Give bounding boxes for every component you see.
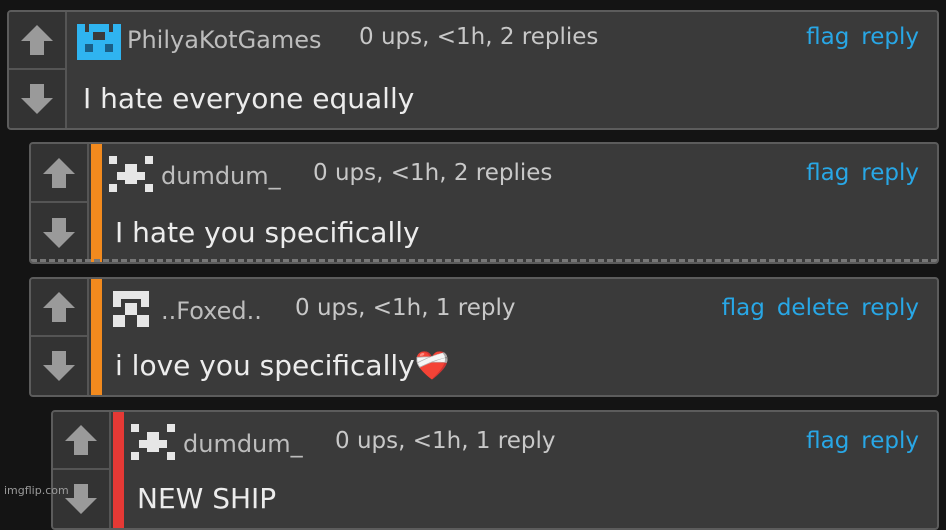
downvote-button[interactable] [9, 70, 65, 128]
delete-link[interactable]: delete [777, 295, 849, 321]
downvote-button[interactable] [53, 470, 109, 528]
downvote-button[interactable] [31, 337, 87, 395]
comment-text: i love you specifically❤️‍🩹 [115, 349, 450, 382]
cyan-pixel-avatar-icon[interactable] [77, 24, 121, 60]
arrow-down-icon [43, 217, 75, 248]
comment-card: PhilyaKotGames 0 ups, <1h, 2 replies fla… [7, 10, 939, 130]
comment-header: PhilyaKotGames 0 ups, <1h, 2 replies fla… [9, 12, 937, 64]
comment-actions: flag reply [806, 24, 919, 50]
comment-actions: flag reply [806, 428, 919, 454]
reply-link[interactable]: reply [861, 428, 919, 454]
flag-link[interactable]: flag [722, 295, 765, 321]
white-pixel-avatar-icon[interactable] [131, 424, 175, 460]
username-link[interactable]: dumdum_ [183, 430, 303, 458]
reply-link[interactable]: reply [861, 24, 919, 50]
mending-heart-emoji: ❤️‍🩹 [414, 349, 450, 382]
imgflip-watermark: imgflip.com [4, 484, 69, 497]
reply-link[interactable]: reply [861, 160, 919, 186]
flag-link[interactable]: flag [806, 160, 849, 186]
comment-meta: 0 ups, <1h, 1 reply [335, 428, 556, 454]
flag-link[interactable]: flag [806, 24, 849, 50]
downvote-button[interactable] [31, 203, 87, 262]
comment-text: I hate you specifically [115, 216, 420, 249]
comment-card: dumdum_ 0 ups, <1h, 2 replies flag reply… [29, 142, 939, 264]
flag-link[interactable]: flag [806, 428, 849, 454]
comment-meta: 0 ups, <1h, 2 replies [359, 24, 599, 50]
comment-text: I hate everyone equally [83, 82, 415, 115]
arrow-down-icon [21, 84, 53, 114]
collapsed-divider [31, 259, 937, 262]
comment-meta: 0 ups, <1h, 1 reply [295, 295, 516, 321]
comment-actions: flag reply [806, 160, 919, 186]
comment-card: dumdum_ 0 ups, <1h, 1 reply flag reply N… [51, 410, 939, 530]
white-pixel-avatar-icon[interactable] [113, 291, 149, 327]
comment-header: dumdum_ 0 ups, <1h, 2 replies flag reply [31, 144, 937, 196]
arrow-down-icon [43, 351, 75, 381]
comment-header: dumdum_ 0 ups, <1h, 1 reply flag reply [53, 412, 937, 464]
white-pixel-avatar-icon[interactable] [109, 156, 153, 192]
reply-link[interactable]: reply [861, 295, 919, 321]
username-link[interactable]: PhilyaKotGames [127, 26, 322, 54]
username-link[interactable]: ..Foxed.. [161, 297, 262, 325]
username-link[interactable]: dumdum_ [161, 162, 281, 190]
comment-text: NEW SHIP [137, 482, 277, 515]
comment-text-content: i love you specifically [115, 349, 415, 382]
comment-header: ..Foxed.. 0 ups, <1h, 1 reply flag delet… [31, 279, 937, 331]
comment-actions: flag delete reply [722, 295, 919, 321]
comment-meta: 0 ups, <1h, 2 replies [313, 160, 553, 186]
comment-card: ..Foxed.. 0 ups, <1h, 1 reply flag delet… [29, 277, 939, 397]
